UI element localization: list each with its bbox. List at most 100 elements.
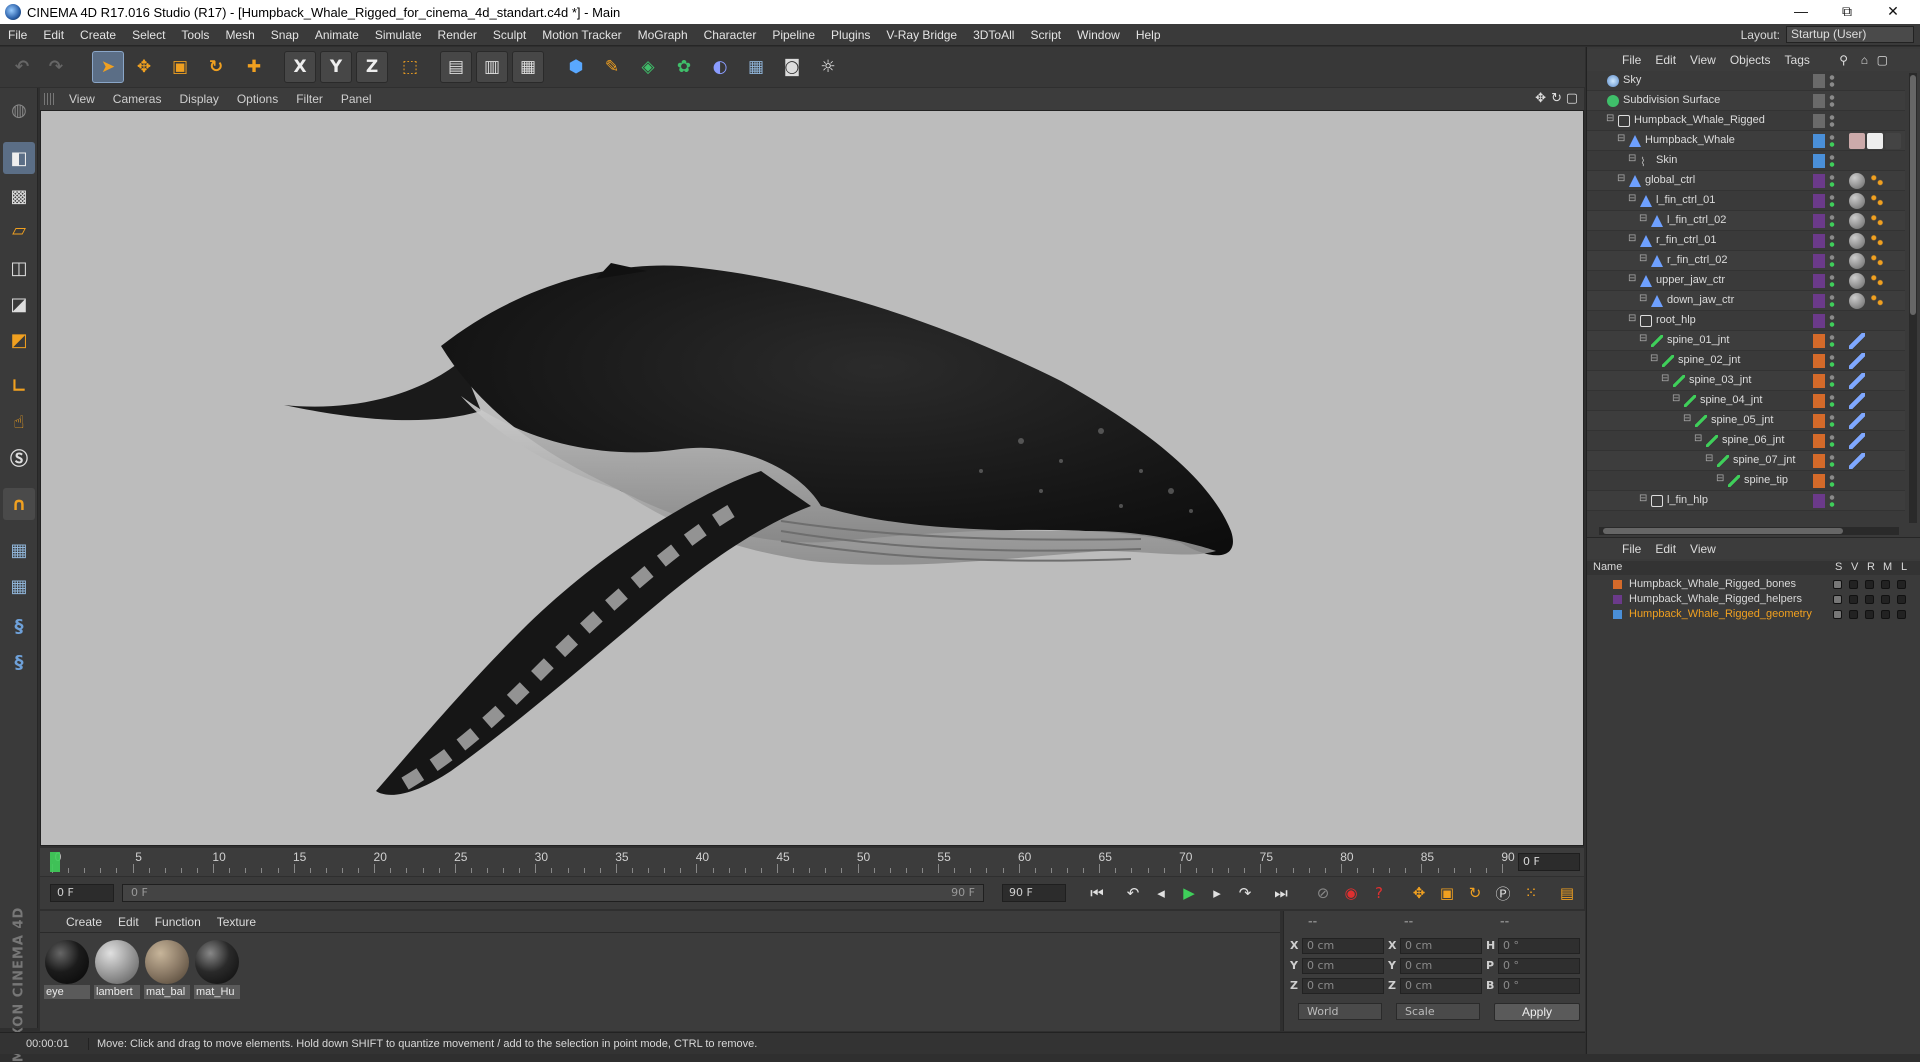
object-row[interactable]: ⊟ Humpback_Whale_Rigged bbox=[1587, 111, 1905, 131]
layer-view-toggle[interactable] bbox=[1849, 610, 1858, 619]
spline-pen-icon[interactable]: ✎ bbox=[596, 51, 628, 83]
object-manager-search-icon[interactable]: ⚲ bbox=[1832, 53, 1855, 67]
layer-color-swatch[interactable] bbox=[1813, 414, 1825, 428]
material-mat-hu[interactable]: mat_Hu bbox=[194, 939, 240, 999]
render-view-icon[interactable]: ▤ bbox=[440, 51, 472, 83]
menu-vray-bridge[interactable]: V-Ray Bridge bbox=[878, 28, 965, 42]
visibility-dots[interactable] bbox=[1829, 194, 1835, 208]
menu-create[interactable]: Create bbox=[72, 28, 124, 42]
expand-toggle-icon[interactable]: ⊟ bbox=[1639, 333, 1647, 344]
visibility-dots[interactable] bbox=[1829, 394, 1835, 408]
material-menu-function[interactable]: Function bbox=[147, 915, 209, 929]
ik-tag-icon[interactable] bbox=[1849, 333, 1865, 349]
expand-toggle-icon[interactable]: ⊟ bbox=[1617, 173, 1625, 184]
layer-color-swatch[interactable] bbox=[1813, 194, 1825, 208]
object-tree-scroll-thumb[interactable] bbox=[1910, 75, 1916, 315]
size-x-field[interactable]: 0 cm bbox=[1400, 938, 1482, 954]
layer-render-toggle[interactable] bbox=[1865, 595, 1874, 604]
floor-icon[interactable]: ▦ bbox=[740, 51, 772, 83]
layout-dropdown[interactable]: Startup (User) bbox=[1786, 26, 1914, 43]
timeline-ruler[interactable]: 051015202530354045505560657075808590 0 F bbox=[40, 848, 1584, 876]
layer-locked-toggle[interactable] bbox=[1897, 610, 1906, 619]
ik-tag-icon[interactable] bbox=[1849, 353, 1865, 369]
object-row[interactable]: ⊟ r_fin_ctrl_01 bbox=[1587, 231, 1905, 251]
layer-view-toggle[interactable] bbox=[1849, 595, 1858, 604]
layer-manager-toggle[interactable] bbox=[1881, 610, 1890, 619]
layer-render-toggle[interactable] bbox=[1865, 610, 1874, 619]
viewport-menu-view[interactable]: View bbox=[60, 92, 104, 106]
ik-tag-icon[interactable] bbox=[1849, 393, 1865, 409]
layer-color-swatch[interactable] bbox=[1813, 154, 1825, 168]
expand-toggle-icon[interactable]: ⊟ bbox=[1628, 273, 1636, 284]
python-script-2-icon[interactable]: § bbox=[3, 646, 35, 678]
material-tag-icon[interactable] bbox=[1849, 253, 1865, 269]
visibility-dots[interactable] bbox=[1829, 294, 1835, 308]
texture-tag-icon[interactable] bbox=[1849, 133, 1865, 149]
object-row[interactable]: ⊟ spine_05_jnt bbox=[1587, 411, 1905, 431]
expand-toggle-icon[interactable]: ⊟ bbox=[1628, 233, 1636, 244]
redo-icon[interactable]: ↷ bbox=[40, 51, 72, 83]
constraint-tag-icon[interactable] bbox=[1869, 293, 1885, 309]
preview-range-slider[interactable]: 0 F 90 F bbox=[122, 884, 984, 902]
constraint-tag-icon[interactable] bbox=[1869, 233, 1885, 249]
polygons-mode-icon[interactable]: ◩ bbox=[3, 324, 35, 356]
workplane-grid-icon[interactable]: ▦ bbox=[3, 534, 35, 566]
object-row[interactable]: ⊟ spine_01_jnt bbox=[1587, 331, 1905, 351]
layer-color-swatch[interactable] bbox=[1813, 274, 1825, 288]
constraint-tag-icon[interactable] bbox=[1869, 173, 1885, 189]
menu-motion-tracker[interactable]: Motion Tracker bbox=[534, 28, 629, 42]
visibility-dots[interactable] bbox=[1829, 234, 1835, 248]
layer-locked-toggle[interactable] bbox=[1897, 580, 1906, 589]
material-menu-texture[interactable]: Texture bbox=[209, 915, 264, 929]
layer-color-swatch[interactable] bbox=[1813, 394, 1825, 408]
snap-icon[interactable]: Ⓢ bbox=[3, 442, 35, 474]
visibility-dots[interactable] bbox=[1829, 474, 1835, 488]
magnet-icon[interactable]: ∩ bbox=[3, 488, 35, 520]
rotation-b-field[interactable]: 0 ° bbox=[1498, 978, 1580, 994]
object-row[interactable]: Sky bbox=[1587, 71, 1905, 91]
ik-tag-icon[interactable] bbox=[1849, 373, 1865, 389]
previous-frame-icon[interactable]: ◂ bbox=[1148, 881, 1174, 905]
timeline-end-frame[interactable]: 0 F bbox=[1518, 853, 1580, 871]
panel-grip-icon[interactable] bbox=[44, 93, 54, 105]
viewport-menu-panel[interactable]: Panel bbox=[332, 92, 381, 106]
menu-pipeline[interactable]: Pipeline bbox=[764, 28, 823, 42]
viewport-menu-options[interactable]: Options bbox=[228, 92, 287, 106]
expand-toggle-icon[interactable]: ⊟ bbox=[1617, 133, 1625, 144]
layer-color-swatch[interactable] bbox=[1813, 114, 1825, 128]
axis-mode-icon[interactable]: ∟ bbox=[3, 370, 35, 402]
go-to-start-icon[interactable]: ⏮ bbox=[1084, 881, 1110, 905]
layer-color-swatch[interactable] bbox=[1613, 580, 1622, 589]
object-row[interactable]: ⊟ global_ctrl bbox=[1587, 171, 1905, 191]
object-manager-new-window-icon[interactable]: ▢ bbox=[1870, 53, 1895, 67]
restore-button[interactable]: ⧉ bbox=[1824, 0, 1870, 24]
ik-tag-icon[interactable] bbox=[1849, 413, 1865, 429]
layer-solo-toggle[interactable] bbox=[1833, 580, 1842, 589]
material-eye[interactable]: eye bbox=[44, 939, 90, 999]
material-tag-icon[interactable] bbox=[1849, 193, 1865, 209]
layer-manager-toggle[interactable] bbox=[1881, 595, 1890, 604]
size-mode-dropdown[interactable]: Scale bbox=[1396, 1003, 1480, 1020]
expand-toggle-icon[interactable]: ⊟ bbox=[1683, 413, 1691, 424]
playhead[interactable] bbox=[50, 852, 60, 872]
expand-toggle-icon[interactable]: ⊟ bbox=[1639, 213, 1647, 224]
layer-row[interactable]: Humpback_Whale_Rigged_helpers bbox=[1587, 592, 1907, 607]
object-row[interactable]: ⊟ Humpback_Whale bbox=[1587, 131, 1905, 151]
layer-color-swatch[interactable] bbox=[1813, 74, 1825, 88]
layer-row[interactable]: Humpback_Whale_Rigged_geometry bbox=[1587, 607, 1907, 622]
point-level-key-icon[interactable]: ⁙ bbox=[1518, 881, 1544, 905]
keyframe-selection-icon[interactable]: ? bbox=[1366, 881, 1392, 905]
visibility-dots[interactable] bbox=[1829, 154, 1835, 168]
viewport-menu-cameras[interactable]: Cameras bbox=[104, 92, 171, 106]
object-row[interactable]: ⊟ ⌇ Skin bbox=[1587, 151, 1905, 171]
points-mode-icon[interactable]: ◫ bbox=[3, 252, 35, 284]
live-selection-icon[interactable]: ➤ bbox=[92, 51, 124, 83]
material-lambert[interactable]: lambert bbox=[94, 939, 140, 999]
scale-key-icon[interactable]: ▣ bbox=[1434, 881, 1460, 905]
3d-viewport[interactable] bbox=[40, 110, 1584, 846]
layer-solo-toggle[interactable] bbox=[1833, 610, 1842, 619]
material-mat-bal[interactable]: mat_bal bbox=[144, 939, 190, 999]
next-frame-icon[interactable]: ▸ bbox=[1204, 881, 1230, 905]
recent-tools-icon[interactable]: ✚ bbox=[238, 51, 270, 83]
constraint-tag-icon[interactable] bbox=[1869, 253, 1885, 269]
